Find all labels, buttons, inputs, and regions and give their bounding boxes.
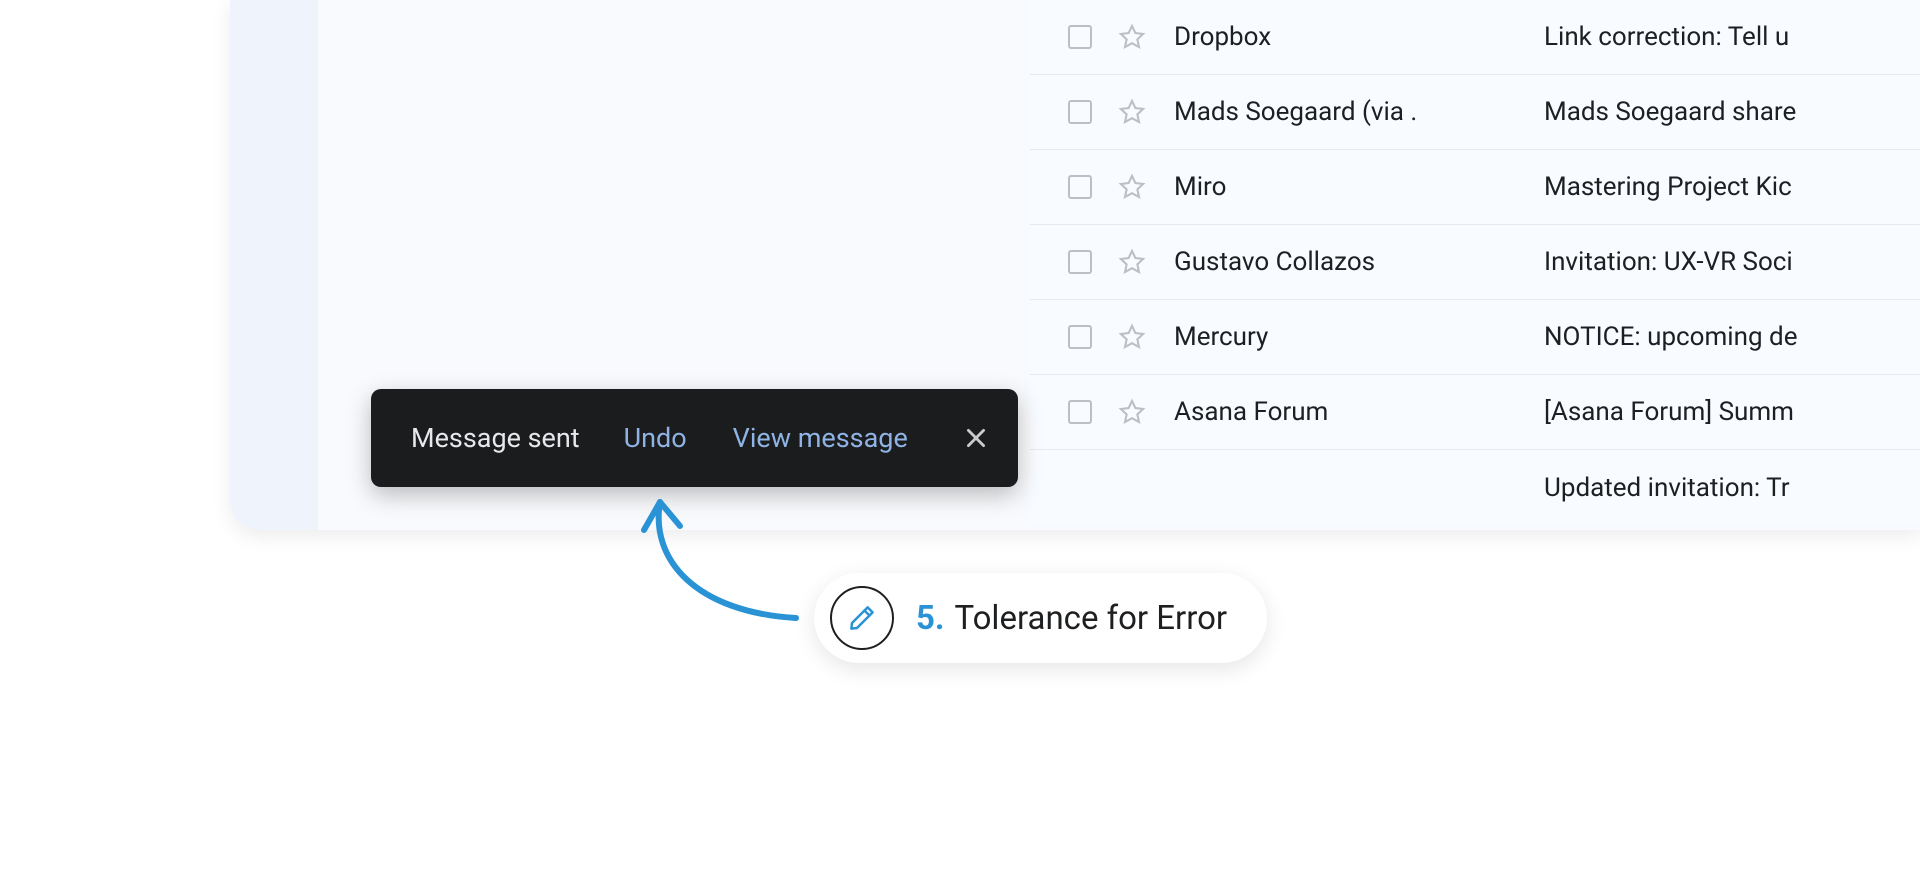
star-icon[interactable] — [1118, 323, 1146, 351]
message-sent-toast: Message sent Undo View message — [371, 389, 1018, 487]
email-sender: Asana Forum — [1174, 397, 1534, 427]
email-row[interactable]: Mercury NOTICE: upcoming de — [1030, 300, 1920, 375]
email-row[interactable]: Gustavo Collazos Invitation: UX-VR Soci — [1030, 225, 1920, 300]
star-icon[interactable] — [1118, 98, 1146, 126]
star-icon[interactable] — [1118, 23, 1146, 51]
annotation-title: Tolerance for Error — [955, 599, 1228, 638]
toast-message: Message sent — [411, 422, 580, 454]
star-icon[interactable] — [1118, 173, 1146, 201]
star-icon[interactable] — [1118, 398, 1146, 426]
email-row[interactable]: Mads Soegaard (via . Mads Soegaard share — [1030, 75, 1920, 150]
star-icon[interactable] — [1118, 248, 1146, 276]
email-subject: Mads Soegaard share — [1534, 97, 1796, 127]
email-row[interactable]: Updated invitation: Tr — [1030, 450, 1920, 525]
email-subject: NOTICE: upcoming de — [1534, 322, 1797, 352]
email-row[interactable]: Dropbox Link correction: Tell u — [1030, 0, 1920, 75]
checkbox[interactable] — [1068, 325, 1092, 349]
checkbox[interactable] — [1068, 175, 1092, 199]
sidebar-area — [230, 0, 318, 530]
email-subject: Mastering Project Kic — [1534, 172, 1792, 202]
email-sender: Mads Soegaard (via . — [1174, 97, 1534, 127]
email-list: Dropbox Link correction: Tell u Mads Soe… — [1030, 0, 1920, 525]
checkbox[interactable] — [1068, 100, 1092, 124]
email-subject: Link correction: Tell u — [1534, 22, 1789, 52]
undo-button[interactable]: Undo — [624, 422, 687, 454]
checkbox[interactable] — [1068, 250, 1092, 274]
email-subject: Updated invitation: Tr — [1534, 473, 1790, 503]
email-subject: [Asana Forum] Summ — [1534, 397, 1794, 427]
email-sender: Dropbox — [1174, 22, 1534, 52]
close-icon[interactable] — [962, 424, 990, 452]
annotation-number: 5. — [916, 599, 945, 638]
email-sender: Mercury — [1174, 322, 1534, 352]
view-message-button[interactable]: View message — [733, 422, 908, 454]
pencil-icon — [830, 586, 894, 650]
email-sender: Miro — [1174, 172, 1534, 202]
checkbox[interactable] — [1068, 25, 1092, 49]
email-subject: Invitation: UX-VR Soci — [1534, 247, 1793, 277]
email-row[interactable]: Asana Forum [Asana Forum] Summ — [1030, 375, 1920, 450]
annotation-badge: 5. Tolerance for Error — [814, 573, 1267, 663]
email-row[interactable]: Miro Mastering Project Kic — [1030, 150, 1920, 225]
email-sender: Gustavo Collazos — [1174, 247, 1534, 277]
checkbox[interactable] — [1068, 400, 1092, 424]
